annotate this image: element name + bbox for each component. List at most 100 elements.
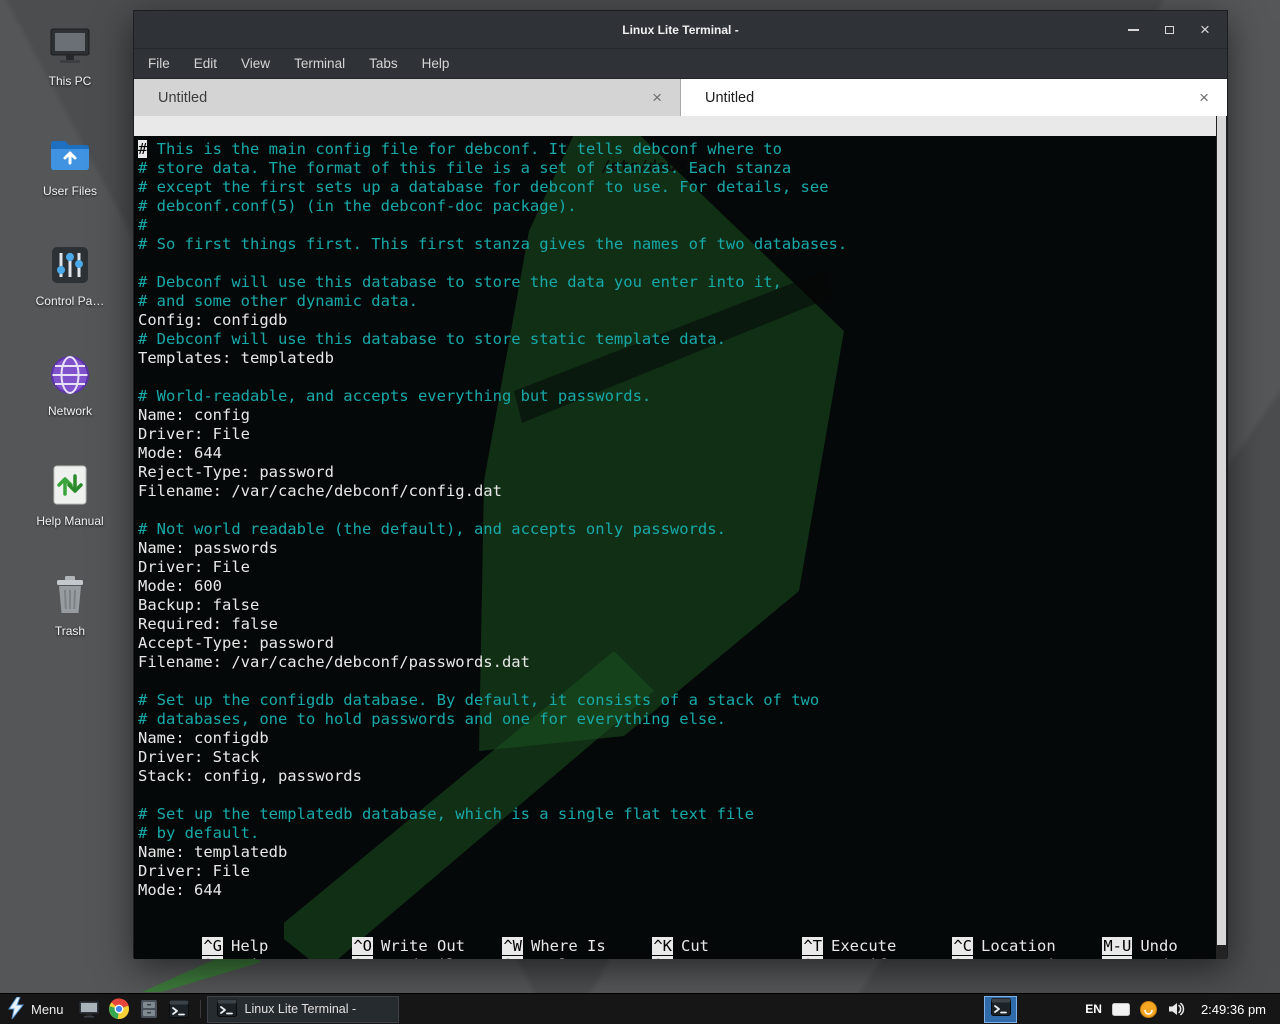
terminal-line: Driver: File [138, 425, 1227, 444]
terminal-line: Backup: false [138, 596, 1227, 615]
menu-button-label: Menu [31, 1002, 64, 1017]
terminal-line: # store data. The format of this file is… [138, 159, 1227, 178]
tab-label: Untitled [695, 90, 1195, 106]
shortcut-label: Redo [1140, 956, 1177, 959]
terminal-line: Name: configdb [138, 729, 1227, 748]
computer-icon [47, 22, 93, 68]
shortcut-key: ^J [802, 956, 823, 959]
terminal-line [138, 254, 1227, 273]
terminal-line: Mode: 600 [138, 577, 1227, 596]
terminal-line [138, 368, 1227, 387]
desktop-icon-control-panel[interactable]: Control Pa… [20, 236, 120, 346]
launcher-screen-icon[interactable] [74, 994, 104, 1024]
maximize-button[interactable] [1161, 22, 1177, 38]
terminal-line: # World-readable, and accepts everything… [138, 387, 1227, 406]
scrollbar-thumb[interactable] [1217, 116, 1226, 945]
tray-terminal-button[interactable] [984, 996, 1017, 1023]
tab-close-icon[interactable]: × [648, 88, 666, 108]
close-button[interactable]: × [1197, 22, 1213, 38]
terminal-line: Filename: /var/cache/debconf/passwords.d… [138, 653, 1227, 672]
nano-buffer: # This is the main config file for debco… [134, 136, 1227, 900]
desktop-icon-trash[interactable]: Trash [20, 566, 120, 676]
window-controls: × [1125, 11, 1213, 48]
maximize-icon [1165, 26, 1174, 34]
nano-shortcut-row: ^XExit ^RRead File ^\Replace ^UPaste ^JJ… [134, 937, 1213, 956]
desktop-icon-label: Control Pa… [36, 294, 105, 308]
launcher-file-manager-icon[interactable] [134, 994, 164, 1024]
terminal-line: Name: templatedb [138, 843, 1227, 862]
tray-volume-icon[interactable] [1167, 1001, 1185, 1017]
terminal-line: Mode: 644 [138, 881, 1227, 900]
nano-shortcut: ^\Replace [437, 937, 587, 959]
tray-keyboard-layout-icon[interactable] [1112, 1003, 1130, 1016]
terminal-line: # This is the main config file for debco… [138, 140, 1227, 159]
tab-1[interactable]: Untitled × [134, 79, 681, 116]
desktop: This PC User Files Control Pa… Network H… [0, 0, 1280, 1024]
desktop-icon-label: Trash [55, 624, 85, 638]
control-panel-icon [47, 242, 93, 288]
text-cursor: # [138, 140, 147, 158]
terminal-line: Filename: /var/cache/debconf/config.dat [138, 482, 1227, 501]
nano-shortcut: ^RRead File [287, 937, 437, 959]
desktop-icon-help-manual[interactable]: Help Manual [20, 456, 120, 566]
nano-shortcut: ^/Go To Line [887, 937, 1037, 959]
terminal-line: # Set up the configdb database. By defau… [138, 691, 1227, 710]
desktop-icon-network[interactable]: Network [20, 346, 120, 456]
terminal-line: Name: config [138, 406, 1227, 425]
tab-close-icon[interactable]: × [1195, 88, 1213, 108]
close-icon: × [1200, 21, 1210, 38]
network-icon [47, 352, 93, 398]
clock[interactable]: 2:49:36 pm [1195, 1002, 1272, 1017]
help-manual-icon [47, 462, 93, 508]
nano-shortcut: ^U Paste [587, 937, 737, 959]
nano-shortcut: ^JJustify [737, 937, 887, 959]
language-indicator[interactable]: EN [1085, 1002, 1102, 1016]
scrollbar[interactable] [1216, 116, 1227, 959]
desktop-icon-computer[interactable]: This PC [20, 16, 120, 126]
terminal-window: Linux Lite Terminal - × File Edit View Term… [133, 10, 1228, 958]
terminal-line: # and some other dynamic data. [138, 292, 1227, 311]
terminal-line: Mode: 644 [138, 444, 1227, 463]
terminal-icon [990, 996, 1012, 1023]
menu-terminal[interactable]: Terminal [294, 56, 345, 71]
launcher-terminal-icon[interactable] [164, 994, 194, 1024]
shortcut-label: Paste [681, 956, 728, 959]
system-tray: EN 2:49:36 pm [984, 994, 1280, 1024]
desktop-icon-list: This PC User Files Control Pa… Network H… [20, 16, 120, 676]
terminal-line: # debconf.conf(5) (in the debconf-doc pa… [138, 197, 1227, 216]
menu-view[interactable]: View [241, 56, 270, 71]
terminal-line: # So first things first. This first stan… [138, 235, 1227, 254]
minimize-button[interactable] [1125, 22, 1141, 38]
shortcut-key: ^U [652, 956, 673, 959]
terminal-line: Accept-Type: password [138, 634, 1227, 653]
terminal-line: # by default. [138, 824, 1227, 843]
menu-file[interactable]: File [148, 56, 170, 71]
terminal-line: Driver: File [138, 862, 1227, 881]
menu-tabs[interactable]: Tabs [369, 56, 398, 71]
menu-edit[interactable]: Edit [194, 56, 217, 71]
terminal-line: Config: configdb [138, 311, 1227, 330]
shortcut-key: ^R [352, 956, 373, 959]
window-titlebar[interactable]: Linux Lite Terminal - × [134, 11, 1227, 49]
terminal-line: # Set up the templatedb database, which … [138, 805, 1227, 824]
terminal-viewport[interactable]: GNU nano 7.2 /etc/debconf.conf # This is… [134, 116, 1227, 959]
shortcut-key: ^/ [952, 956, 973, 959]
shortcut-key: M-E [1102, 956, 1132, 959]
taskbar: Menu Linux Lite Terminal - EN 2:49:36 pm [0, 993, 1280, 1024]
taskbar-window-button[interactable]: Linux Lite Terminal - [207, 996, 399, 1023]
terminal-line: Required: false [138, 615, 1227, 634]
desktop-icon-folder[interactable]: User Files [20, 126, 120, 236]
launcher-chrome-icon[interactable] [104, 994, 134, 1024]
tab-2[interactable]: Untitled × [681, 79, 1227, 116]
menu-button[interactable]: Menu [0, 994, 74, 1024]
taskbar-window-label: Linux Lite Terminal - [245, 1002, 357, 1016]
launcher-group [74, 994, 194, 1024]
tray-notifier-icon[interactable] [1140, 1001, 1157, 1018]
desktop-icon-label: Network [48, 404, 92, 418]
menu-help[interactable]: Help [422, 56, 450, 71]
nano-shortcut-row: ^GHelp ^OWrite Out ^WWhere Is ^KCut ^TEx… [134, 918, 1213, 937]
window-menubar: File Edit View Terminal Tabs Help [134, 49, 1227, 79]
folder-icon [47, 132, 93, 178]
terminal-line: Driver: File [138, 558, 1227, 577]
desktop-icon-label: Help Manual [36, 514, 103, 528]
